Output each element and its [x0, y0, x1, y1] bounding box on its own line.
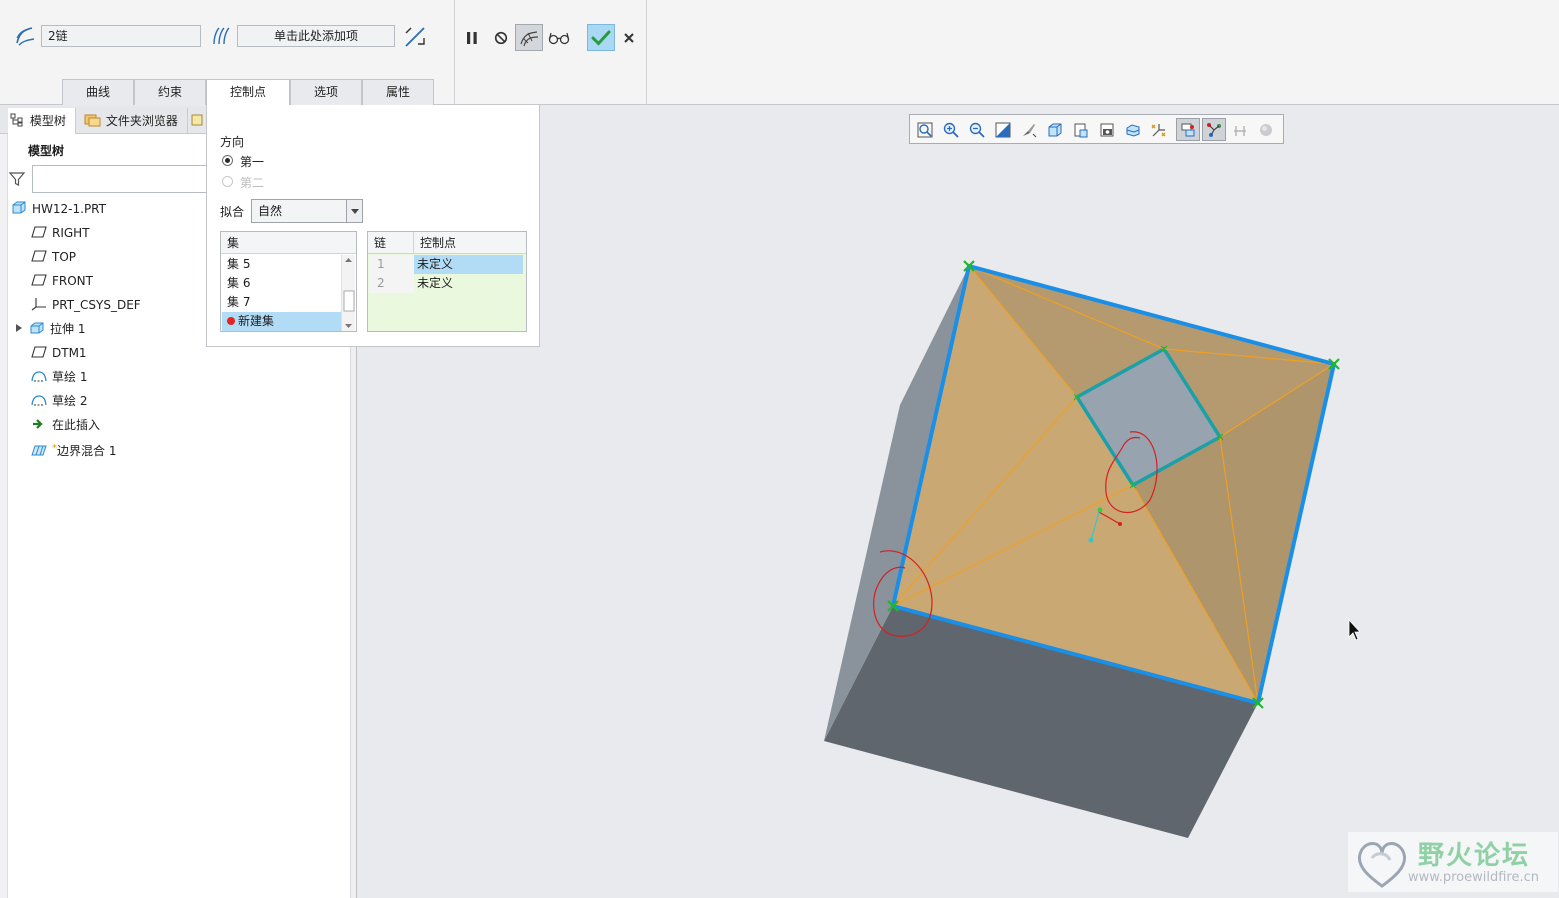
mouse-pointer-icon: [1348, 618, 1361, 641]
set-item[interactable]: 集 6: [222, 274, 341, 293]
perspective-view-button[interactable]: [1095, 118, 1119, 141]
table-row-control-point[interactable]: 未定义: [414, 255, 523, 274]
forum-watermark: 野火论坛 www.proewildfire.cn: [1348, 832, 1558, 892]
set-item[interactable]: 集 5: [222, 255, 341, 274]
dimension-display-button[interactable]: [1228, 118, 1252, 141]
sets-list: 集 集 5 集 6 集 7 新建集: [220, 231, 357, 332]
direction-first-radio[interactable]: [222, 155, 233, 166]
datum-display-icon: [1151, 123, 1166, 136]
repaint-icon: [995, 122, 1011, 137]
forum-logo-icon: [1357, 842, 1407, 888]
control-points-panel: 方向 第一 第二 拟合 自然 集 集 5 集 6 集 7 新建集 链 控制点 1…: [206, 105, 540, 347]
saved-orientations-button[interactable]: [1043, 118, 1067, 141]
table-row-chain[interactable]: 1: [369, 255, 414, 274]
view-manager-icon: [1074, 123, 1088, 137]
section-button[interactable]: [1121, 118, 1145, 141]
zoom-out-button[interactable]: [965, 118, 989, 141]
table-row-control-point[interactable]: 未定义: [414, 274, 523, 293]
display-style-button[interactable]: [1017, 118, 1041, 141]
watermark-url: www.proewildfire.cn: [1408, 870, 1539, 885]
refit-button[interactable]: [913, 118, 937, 141]
direction-second-label: 第二: [240, 176, 265, 190]
graphics-toolbar: [909, 114, 1284, 144]
control-point-column-header: 控制点: [414, 232, 526, 254]
chain-column-header: 链: [368, 232, 414, 254]
appearance-button[interactable]: [1254, 118, 1278, 141]
fit-select-value: 自然: [258, 204, 283, 218]
table-row-chain[interactable]: 2: [369, 274, 414, 293]
new-set-item[interactable]: 新建集: [222, 312, 341, 331]
watermark-title: 野火论坛: [1418, 841, 1531, 871]
chevron-down-icon[interactable]: [346, 200, 362, 222]
spin-center-icon: [1181, 123, 1195, 136]
dimension-display-icon: [1234, 125, 1246, 136]
sets-header: 集: [221, 232, 356, 254]
zoom-in-button[interactable]: [939, 118, 963, 141]
fit-select[interactable]: 自然: [251, 199, 363, 223]
section-icon: [1126, 123, 1140, 137]
direction-second-radio: [222, 176, 233, 187]
set-item[interactable]: 集 7: [222, 293, 341, 312]
saved-orientations-icon: [1048, 123, 1062, 136]
control-points-table: 链 控制点 1 未定义 2 未定义: [367, 231, 527, 332]
camera-icon: [1100, 123, 1114, 136]
zoom-out-icon: [969, 122, 985, 138]
sets-scrollbar[interactable]: [341, 255, 355, 331]
datum-display-button[interactable]: [1147, 118, 1171, 141]
spin-center-button[interactable]: [1176, 118, 1200, 141]
appearance-sphere-icon: [1260, 123, 1272, 136]
annotation-display-icon: [1207, 122, 1221, 137]
annotation-display-button[interactable]: [1202, 118, 1226, 141]
refit-icon: [917, 122, 933, 137]
display-style-icon: [1023, 123, 1037, 137]
zoom-in-icon: [943, 122, 959, 138]
direction-first-label[interactable]: 第一: [240, 153, 264, 170]
direction-label: 方向: [220, 135, 245, 149]
repaint-button[interactable]: [991, 118, 1015, 141]
new-set-label: 新建集: [238, 314, 275, 328]
fit-label: 拟合: [220, 205, 245, 219]
view-manager-button[interactable]: [1069, 118, 1093, 141]
new-set-dot-icon: [227, 317, 235, 325]
